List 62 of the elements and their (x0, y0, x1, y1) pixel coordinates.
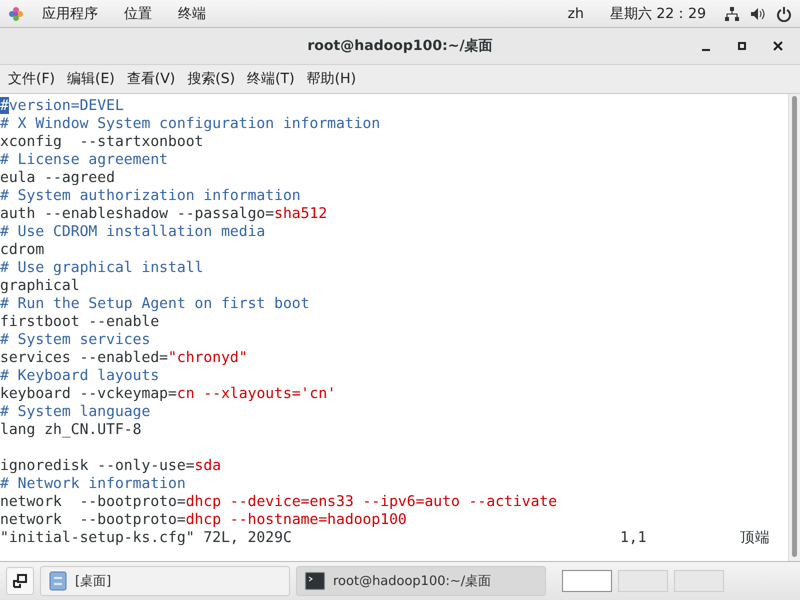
panel-menu[interactable]: 应用程序 (34, 4, 106, 22)
menu-item[interactable]: 终端(T) (241, 70, 301, 88)
show-desktop-button[interactable] (6, 567, 34, 595)
terminal-icon (305, 572, 325, 590)
network-icon (724, 6, 740, 22)
workspace-switch[interactable] (674, 570, 724, 592)
menu-item[interactable]: 文件(F) (2, 70, 61, 88)
code-text: services --enabled= (0, 349, 168, 366)
code-text: network --bootproto= (0, 493, 186, 510)
code-text: ignoredisk --only-use= (0, 457, 195, 474)
code-text: # Use CDROM installation media (0, 223, 266, 240)
scroll-position: 顶端 (740, 529, 770, 547)
text-cursor: # (0, 97, 9, 114)
menu-item[interactable]: 搜索(S) (181, 70, 242, 88)
file-info: "initial-setup-ks.cfg" 72L, 2029C (0, 529, 293, 547)
workspace-switch[interactable] (562, 570, 612, 592)
code-text: keyboard --vckeymap= (0, 385, 177, 402)
code-text: # Keyboard layouts (0, 367, 160, 384)
menu-item[interactable]: 查看(V) (120, 70, 182, 88)
code-text: lang zh_CN.UTF-8 (0, 421, 142, 438)
code-text: # Run the Setup Agent on first boot (0, 295, 310, 312)
code-text: graphical (0, 277, 80, 294)
code-text: # Use graphical install (0, 259, 204, 276)
flower-icon (8, 6, 24, 22)
code-text: cdrom (0, 241, 44, 258)
code-text: xconfig --startxonboot (0, 133, 204, 150)
code-text: # System language (0, 403, 150, 420)
workspace-switch[interactable] (618, 570, 668, 592)
code-text: firstboot --enable (0, 313, 160, 330)
menu-item[interactable]: 编辑(E) (60, 70, 121, 88)
code-text: sha512 (274, 205, 328, 222)
code-text: # License agreement (0, 151, 168, 168)
code-text: "chronyd" (168, 349, 248, 366)
code-text: network --bootproto= (0, 511, 186, 528)
maximize-icon (737, 41, 747, 51)
code-text: sda (194, 457, 222, 474)
clock[interactable]: 星期六 22：29 (602, 4, 714, 22)
minimize-icon (702, 49, 710, 51)
scrollbar[interactable] (788, 94, 800, 561)
window-title: root@hadoop100:~/桌面 (307, 37, 493, 55)
power-icon (776, 6, 792, 22)
menu-item[interactable]: 帮助(H) (300, 70, 362, 88)
code-text: dhcp --device=ens33 --ipv6=auto --activate (186, 493, 558, 510)
taskbar-item[interactable]: [桌面] (40, 566, 290, 596)
panel-menu[interactable]: 位置 (116, 4, 160, 22)
panel-menu[interactable]: 终端 (170, 4, 214, 22)
code-text: auth --enableshadow --passalgo= (0, 205, 274, 222)
windows-icon (13, 574, 27, 588)
code-text: # System authorization information (0, 187, 301, 204)
taskbar-item[interactable]: root@hadoop100:~/桌面 (296, 566, 546, 596)
close-icon (773, 41, 783, 51)
code-text: eula --agreed (0, 169, 115, 186)
code-text: version=DEVEL (8, 97, 124, 114)
code-text: dhcp --hostname=hadoop100 (186, 511, 407, 528)
cursor-position: 1,1 (620, 529, 648, 547)
cabinet-icon (49, 571, 67, 591)
code-text: # X Window System configuration information (0, 115, 380, 132)
code-text: # Network information (0, 475, 186, 492)
speaker-icon (750, 6, 766, 22)
code-text: cn --xlayouts='cn' (176, 385, 336, 402)
input-method[interactable]: zh (560, 6, 592, 22)
code-text: # System services (0, 331, 150, 348)
